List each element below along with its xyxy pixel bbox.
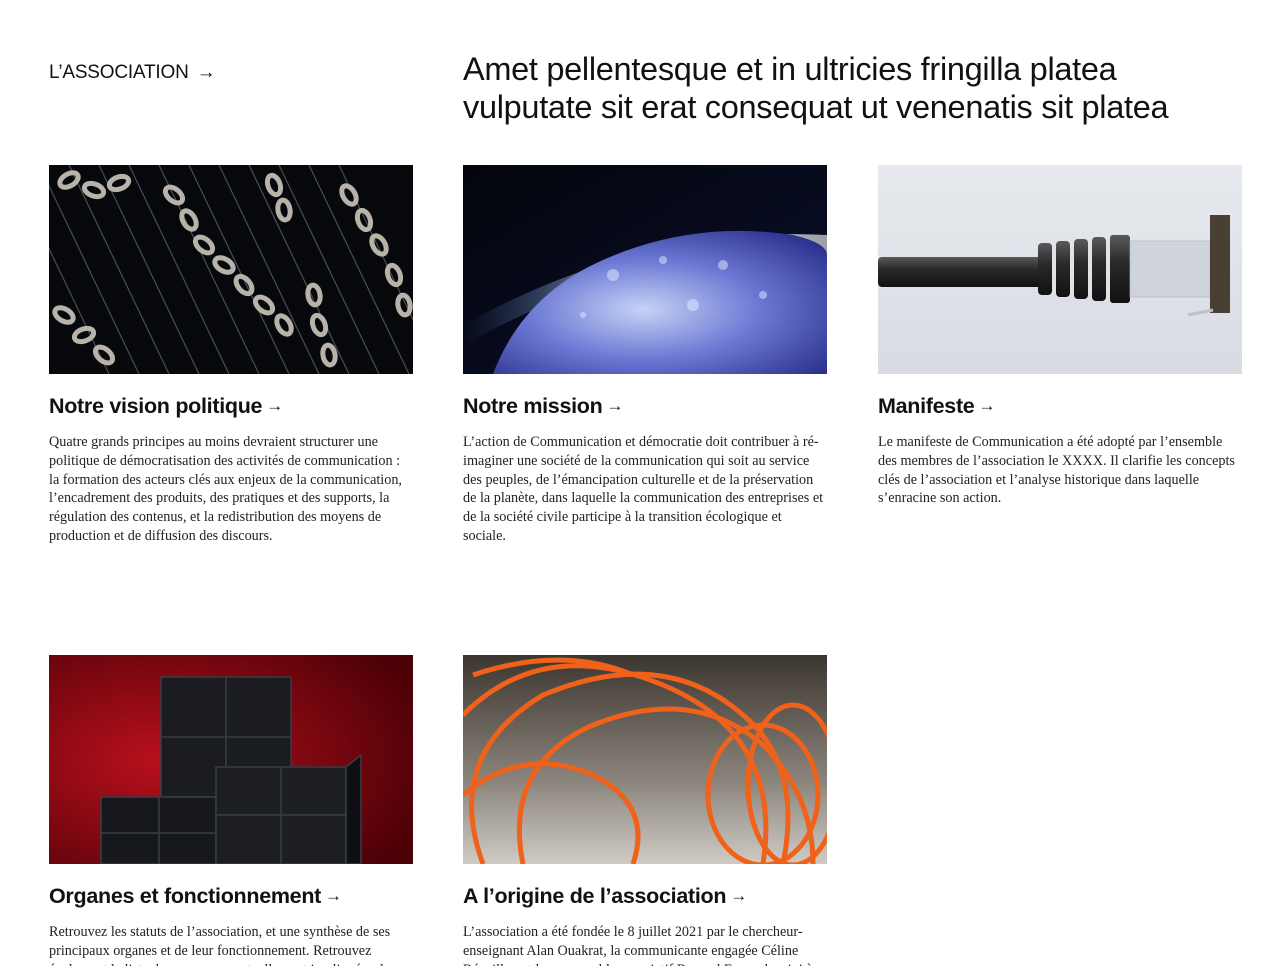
association-section-link[interactable]: L’ASSOCIATION →: [49, 62, 216, 84]
card-description: L’action de Communication et démocratie …: [463, 434, 824, 544]
card-description: L’association a été fondée le 8 juillet …: [463, 924, 813, 966]
network-cable-image[interactable]: [878, 165, 1242, 374]
card-title-link[interactable]: A l’origine de l’association →: [463, 884, 827, 909]
card-title: Organes et fonctionnement: [49, 884, 322, 908]
card-title-link[interactable]: Manifeste →: [878, 394, 1242, 419]
orange-cable-coils-image[interactable]: [463, 655, 827, 864]
arrow-right-icon: →: [196, 62, 216, 83]
card-description: Le manifeste de Communication a été adop…: [878, 434, 1235, 507]
card-description: Quatre grands principes au moins devraie…: [49, 434, 402, 544]
card-title: A l’origine de l’association: [463, 884, 727, 908]
association-section-label: L’ASSOCIATION: [49, 62, 189, 83]
black-cubes-image[interactable]: [49, 655, 413, 864]
card-origine: A l’origine de l’association → L’associat…: [463, 655, 827, 966]
card-title: Manifeste: [878, 394, 975, 418]
card-title-link[interactable]: Notre vision politique →: [49, 394, 413, 419]
arrow-right-icon: →: [606, 396, 624, 415]
card-title: Notre mission: [463, 394, 603, 418]
arrow-right-icon: →: [730, 886, 747, 905]
card-title-link[interactable]: Organes et fonctionnement →: [49, 884, 413, 909]
card-vision-politique: Notre vision politique → Quatre grands pr…: [49, 165, 413, 546]
arrow-right-icon: →: [325, 886, 342, 905]
arrow-right-icon: →: [978, 396, 996, 415]
page-headline: Amet pellentesque et in ultricies fringi…: [463, 51, 1169, 125]
card-mission: Notre mission → L’action de Communication…: [463, 165, 827, 546]
chains-image[interactable]: [49, 165, 413, 374]
ice-planet-image[interactable]: [463, 165, 827, 374]
card-manifeste: Manifeste → Le manifeste de Communication…: [878, 165, 1242, 508]
card-title: Notre vision politique: [49, 394, 263, 418]
card-title-link[interactable]: Notre mission →: [463, 394, 827, 419]
card-description: Retrouvez les statuts de l’association, …: [49, 924, 402, 966]
arrow-right-icon: →: [266, 396, 283, 415]
card-organes: Organes et fonctionnement → Retrouvez les…: [49, 655, 413, 966]
